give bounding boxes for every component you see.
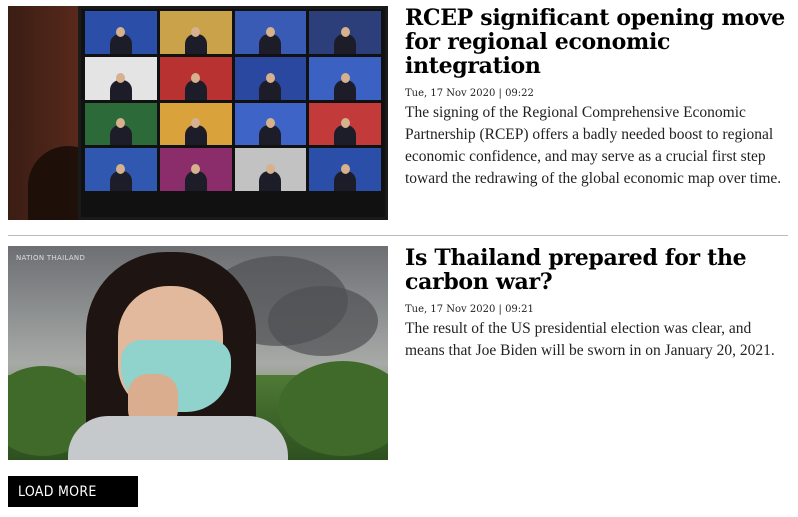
article-headline[interactable]: Is Thailand prepared for the carbon war?	[405, 246, 788, 294]
conference-tile	[159, 102, 232, 146]
article-thumbnail-masked-woman[interactable]: NATION THAILAND	[8, 246, 388, 460]
conference-tile	[159, 11, 232, 54]
delegate-figure	[259, 79, 282, 100]
conference-tile	[234, 11, 307, 54]
article-card-carbon-war[interactable]: NATION THAILAND Is Thailand prepared for…	[8, 246, 788, 460]
article-summary: The signing of the Regional Comprehensiv…	[405, 104, 782, 187]
article-card-rcep[interactable]: RCEP significant opening move for region…	[8, 6, 788, 220]
conference-grid	[85, 11, 381, 191]
delegate-head	[265, 26, 275, 37]
delegate-head	[191, 72, 201, 83]
delegate-head	[340, 72, 350, 83]
conference-tile	[85, 11, 157, 54]
delegate-head	[340, 26, 350, 37]
delegate-figure	[184, 79, 207, 100]
article-text: Is Thailand prepared for the carbon war?…	[405, 246, 788, 362]
article-thumbnail-video-conference[interactable]	[8, 6, 388, 220]
delegate-figure	[334, 33, 357, 54]
conference-tile	[309, 102, 381, 146]
article-dateline: Tue, 17 Nov 2020 | 09:22	[405, 88, 534, 99]
conference-tile	[85, 56, 157, 100]
article-headline[interactable]: RCEP significant opening move for region…	[405, 6, 788, 78]
conference-tile	[309, 11, 381, 54]
delegate-head	[265, 72, 275, 83]
conference-tile	[234, 102, 307, 146]
delegate-figure	[184, 125, 207, 146]
conference-screen	[78, 6, 388, 220]
delegate-head	[340, 118, 350, 129]
conference-tile	[159, 56, 232, 100]
woman-shirt	[68, 416, 288, 460]
delegate-figure	[259, 33, 282, 54]
delegate-figure	[334, 79, 357, 100]
article-text: RCEP significant opening move for region…	[405, 6, 788, 190]
smoke-cloud	[268, 286, 378, 356]
delegate-head	[116, 72, 126, 83]
delegate-figure	[334, 171, 357, 191]
conference-tile	[234, 56, 307, 100]
conference-tile	[309, 56, 381, 100]
delegate-head	[265, 164, 275, 174]
delegate-figure	[184, 171, 207, 191]
conference-tile	[85, 148, 157, 191]
article-summary: The result of the US presidential electi…	[405, 320, 775, 359]
delegate-figure	[109, 33, 132, 54]
delegate-figure	[109, 125, 132, 146]
conference-tile	[159, 148, 232, 191]
article-divider	[8, 235, 788, 236]
delegate-figure	[109, 79, 132, 100]
delegate-head	[340, 164, 350, 174]
delegate-figure	[184, 33, 207, 54]
load-more-button[interactable]: LOAD MORE	[8, 476, 138, 507]
delegate-figure	[259, 125, 282, 146]
conference-tile	[309, 148, 381, 191]
conference-tile	[234, 148, 307, 191]
delegate-figure	[259, 171, 282, 191]
delegate-head	[191, 26, 201, 37]
image-watermark: NATION THAILAND	[16, 254, 86, 262]
article-dateline: Tue, 17 Nov 2020 | 09:21	[405, 304, 534, 315]
delegate-figure	[334, 125, 357, 146]
conference-tile	[85, 102, 157, 146]
delegate-figure	[109, 171, 132, 191]
